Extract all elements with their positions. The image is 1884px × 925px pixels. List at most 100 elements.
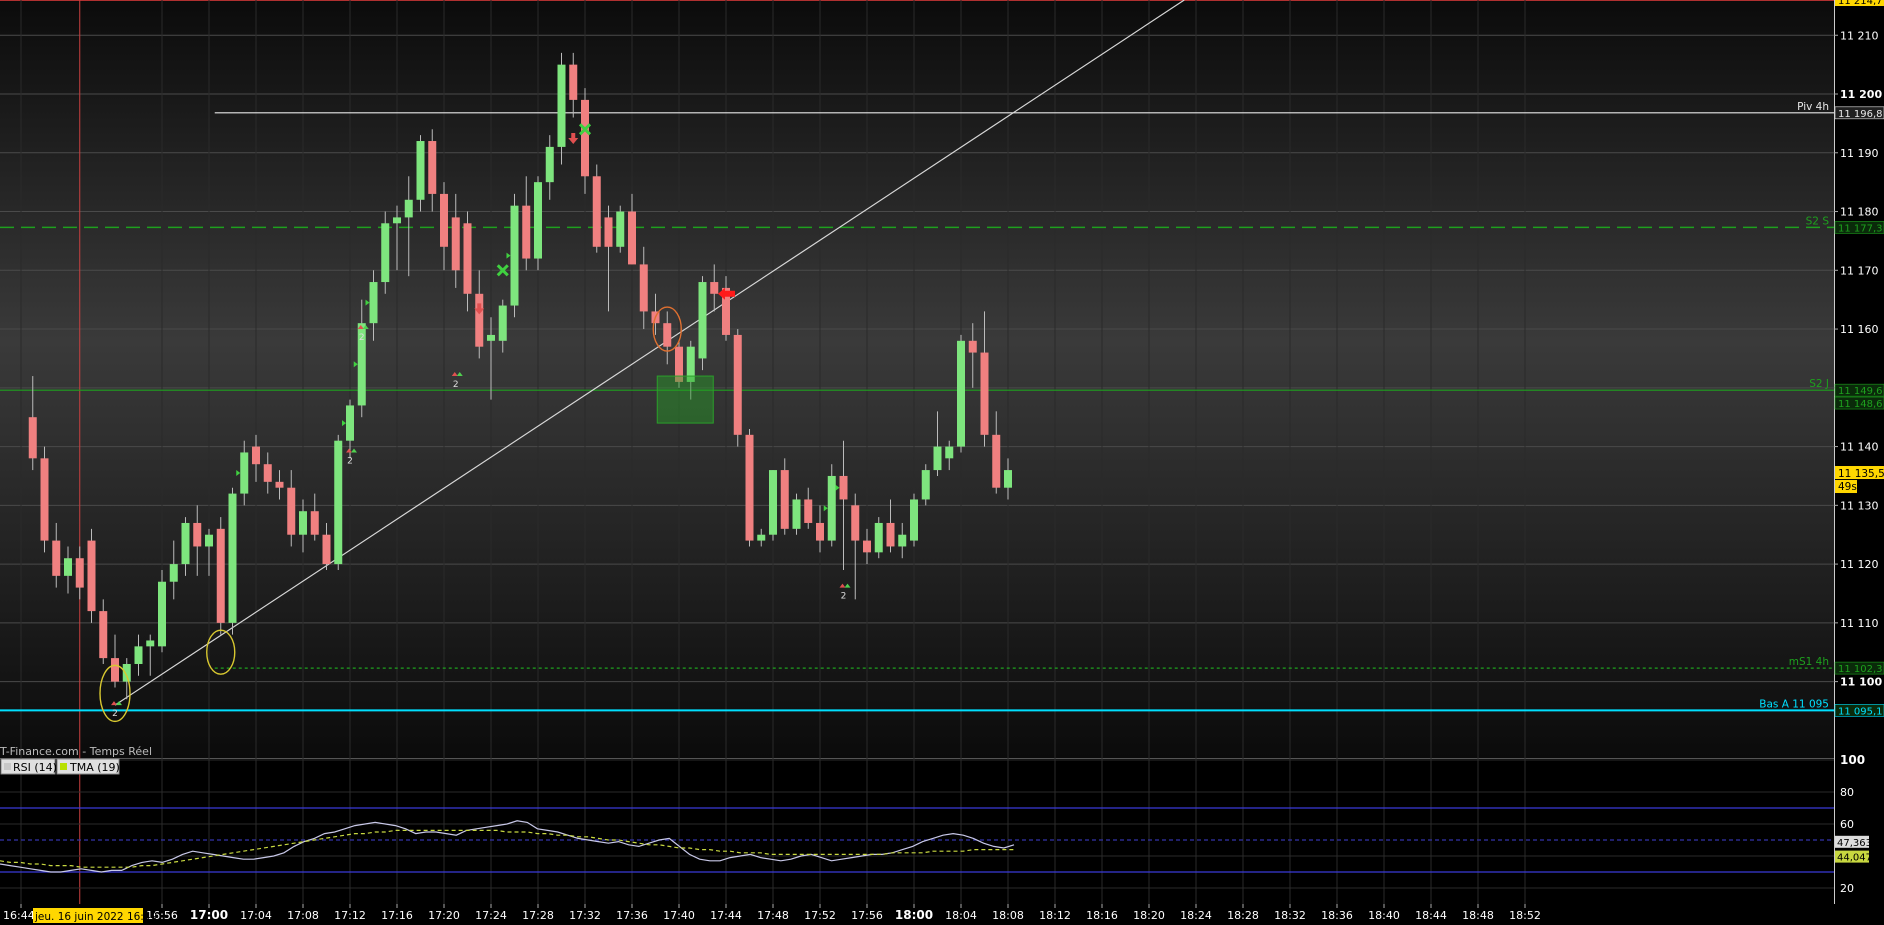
rsi-tick-label: 100 [1840, 753, 1865, 767]
level-name: mS1 4h [1789, 656, 1829, 668]
candle-body [827, 475, 836, 541]
time-tick-label: 18:52 [1509, 909, 1541, 922]
price-tick-label: 11 190 [1840, 147, 1879, 160]
candle-body [522, 205, 531, 259]
candle-body [863, 540, 871, 553]
time-tick-label: 18:36 [1321, 909, 1353, 922]
support-zone-box[interactable] [656, 375, 714, 424]
candle-body [628, 211, 636, 265]
candle-body [346, 405, 354, 441]
candle-body [757, 534, 766, 541]
candle-body [87, 540, 96, 612]
price-tick-label: 11 120 [1840, 558, 1879, 571]
candle-body [874, 522, 883, 553]
date-label: jeu. 16 juin 2022 16:49 [34, 911, 157, 923]
signal-count: 2 [841, 592, 847, 602]
indicator-chip-rsi[interactable]: RSI (14) [0, 758, 57, 775]
candle-body [334, 440, 343, 565]
time-tick-label: 17:28 [522, 909, 554, 922]
candle-body [592, 176, 601, 247]
time-tick-label: 17:00 [190, 908, 228, 922]
candle-body [957, 340, 965, 447]
candle-body [839, 475, 848, 500]
candle-body [463, 223, 472, 294]
candle-body [228, 493, 237, 623]
candle-body [851, 505, 860, 541]
candle-body [428, 141, 437, 194]
time-tick-label: 16:44 [3, 909, 35, 922]
indicator-chip-tma[interactable]: TMA (19) [56, 758, 120, 775]
rsi-tick-label: 20 [1840, 882, 1854, 895]
candle-body [275, 481, 284, 488]
time-tick-label: 18:08 [992, 909, 1024, 922]
candle-body [240, 452, 249, 494]
time-tick-label: 18:24 [1180, 909, 1212, 922]
current-price-tag: 11 135,5 [1838, 468, 1884, 480]
time-tick-label: 18:00 [895, 908, 933, 922]
price-tick-label: 11 100 [1840, 676, 1882, 689]
candle-body [792, 499, 801, 529]
signal-count: 2 [359, 333, 365, 343]
candle-body [487, 334, 495, 341]
candle-body [193, 522, 202, 547]
candle-body [510, 205, 519, 306]
candle-body [710, 282, 719, 294]
candle-body [780, 470, 789, 529]
price-tick-label: 11 140 [1840, 441, 1879, 454]
candle-body [745, 434, 754, 541]
candle-body [416, 141, 425, 200]
level-tag: 11 095,1 [1838, 706, 1883, 717]
candle-body [980, 352, 989, 435]
trading-chart[interactable]: Piv 4h S2 S S2 J mS1 4h Bas A 11 095 2 2 2 2 2 1… [0, 0, 1884, 925]
candle-body [64, 558, 72, 576]
signal-count: 2 [347, 456, 353, 466]
level-name: Bas A 11 095 [1759, 698, 1829, 710]
candle-body [910, 499, 918, 541]
price-tick-label: 11 180 [1840, 206, 1879, 219]
time-tick-label: 17:56 [851, 909, 883, 922]
time-tick-label: 17:12 [334, 909, 366, 922]
candle-body [451, 217, 460, 271]
signal-count: 2 [112, 709, 118, 719]
candle-body [804, 499, 813, 523]
time-tick-label: 17:16 [381, 909, 413, 922]
level-tag: 11 196,8 [1838, 109, 1883, 120]
candle-body [581, 99, 589, 177]
candle-body [146, 640, 155, 647]
candle-body [111, 658, 119, 682]
candle-body [569, 64, 578, 100]
candle-body [252, 446, 260, 465]
rsi-value-tag: 47,363 [1837, 838, 1872, 849]
time-tick-label: 17:32 [569, 909, 601, 922]
candle-body [381, 223, 390, 283]
level-tag: 11 149,6 [1838, 386, 1883, 397]
candle-body [216, 528, 225, 623]
candle-body [604, 217, 613, 247]
level-tag: 11 102,3 [1838, 664, 1883, 675]
candle-body [816, 522, 824, 541]
candle-body [393, 217, 401, 224]
candle-body [992, 434, 1001, 488]
candle-body [886, 522, 895, 547]
level-name: S2 S [1806, 215, 1830, 227]
candle-body [322, 534, 331, 565]
tma-value-tag: 44,047 [1837, 853, 1872, 864]
candle-body [698, 282, 707, 359]
time-tick-label: 17:48 [757, 909, 789, 922]
candle-body [769, 470, 777, 535]
candle-body [205, 534, 213, 547]
candle-body [534, 182, 542, 259]
candle-body [134, 646, 143, 664]
candle-body [169, 564, 178, 582]
time-tick-label: 18:32 [1274, 909, 1306, 922]
time-axis-background [0, 904, 1884, 925]
rsi-tick-label: 60 [1840, 818, 1854, 831]
candle-body [404, 199, 413, 218]
time-tick-label: 17:08 [287, 909, 319, 922]
price-tick-label: 11 210 [1840, 29, 1879, 42]
candle-body [369, 282, 378, 324]
candle-body [263, 464, 272, 482]
time-tick-label: 18:40 [1368, 909, 1400, 922]
candle-body [933, 446, 942, 471]
source-label: T-Finance.com - Temps Réel [0, 745, 152, 758]
